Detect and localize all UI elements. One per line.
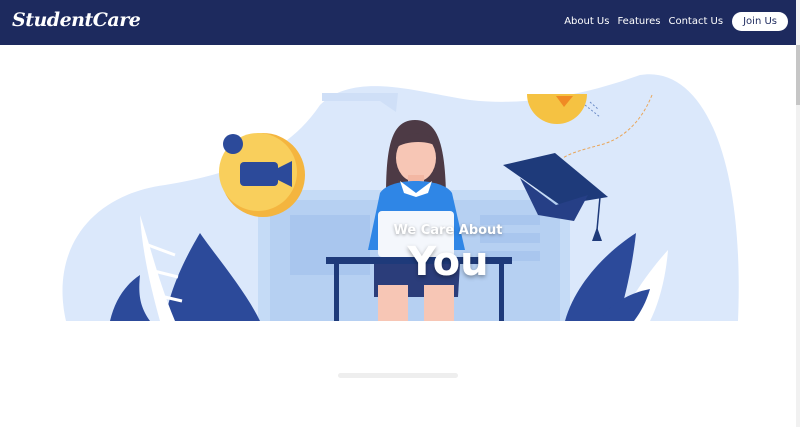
join-us-button[interactable]: Join Us bbox=[732, 12, 788, 31]
page-scrollbar[interactable] bbox=[796, 0, 800, 427]
brand-logo[interactable]: StudentCare bbox=[12, 9, 141, 31]
hero-section: We Care About You bbox=[0, 45, 796, 427]
hero-tagline: We Care About bbox=[393, 223, 503, 238]
hero-illustration bbox=[0, 74, 796, 345]
hero-headline: You bbox=[407, 239, 489, 285]
nav-link-contact-us[interactable]: Contact Us bbox=[668, 16, 723, 27]
top-navbar: StudentCare About Us Features Contact Us… bbox=[0, 0, 796, 45]
content-placeholder-bar bbox=[338, 373, 458, 378]
nav-links: About Us Features Contact Us Join Us bbox=[556, 12, 788, 31]
scrollbar-thumb[interactable] bbox=[796, 45, 800, 105]
nav-link-features[interactable]: Features bbox=[617, 16, 660, 27]
nav-link-about-us[interactable]: About Us bbox=[564, 16, 609, 27]
